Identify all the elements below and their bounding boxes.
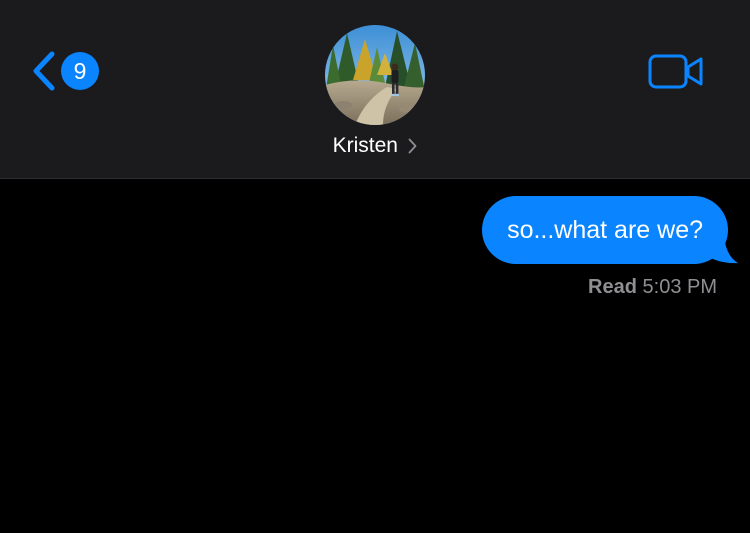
- video-camera-icon: [648, 54, 703, 89]
- conversation-header: 9 Kristen: [0, 0, 750, 179]
- contact-name: Kristen: [332, 134, 398, 157]
- message-bubble-outgoing[interactable]: so...what are we?: [482, 196, 738, 264]
- chevron-left-icon: [33, 51, 55, 91]
- contact-name-button[interactable]: Kristen: [0, 134, 750, 158]
- video-call-button[interactable]: [646, 52, 706, 92]
- read-receipt: Read 5:03 PM: [588, 276, 717, 299]
- message-text: so...what are we?: [482, 196, 728, 264]
- unread-count-badge: 9: [61, 52, 99, 90]
- back-button[interactable]: 9: [30, 46, 110, 96]
- contact-photo: [325, 25, 425, 125]
- chevron-right-icon: [409, 138, 417, 154]
- read-time: 5:03 PM: [642, 276, 717, 298]
- avatar[interactable]: [325, 25, 425, 125]
- read-status: Read: [588, 276, 637, 298]
